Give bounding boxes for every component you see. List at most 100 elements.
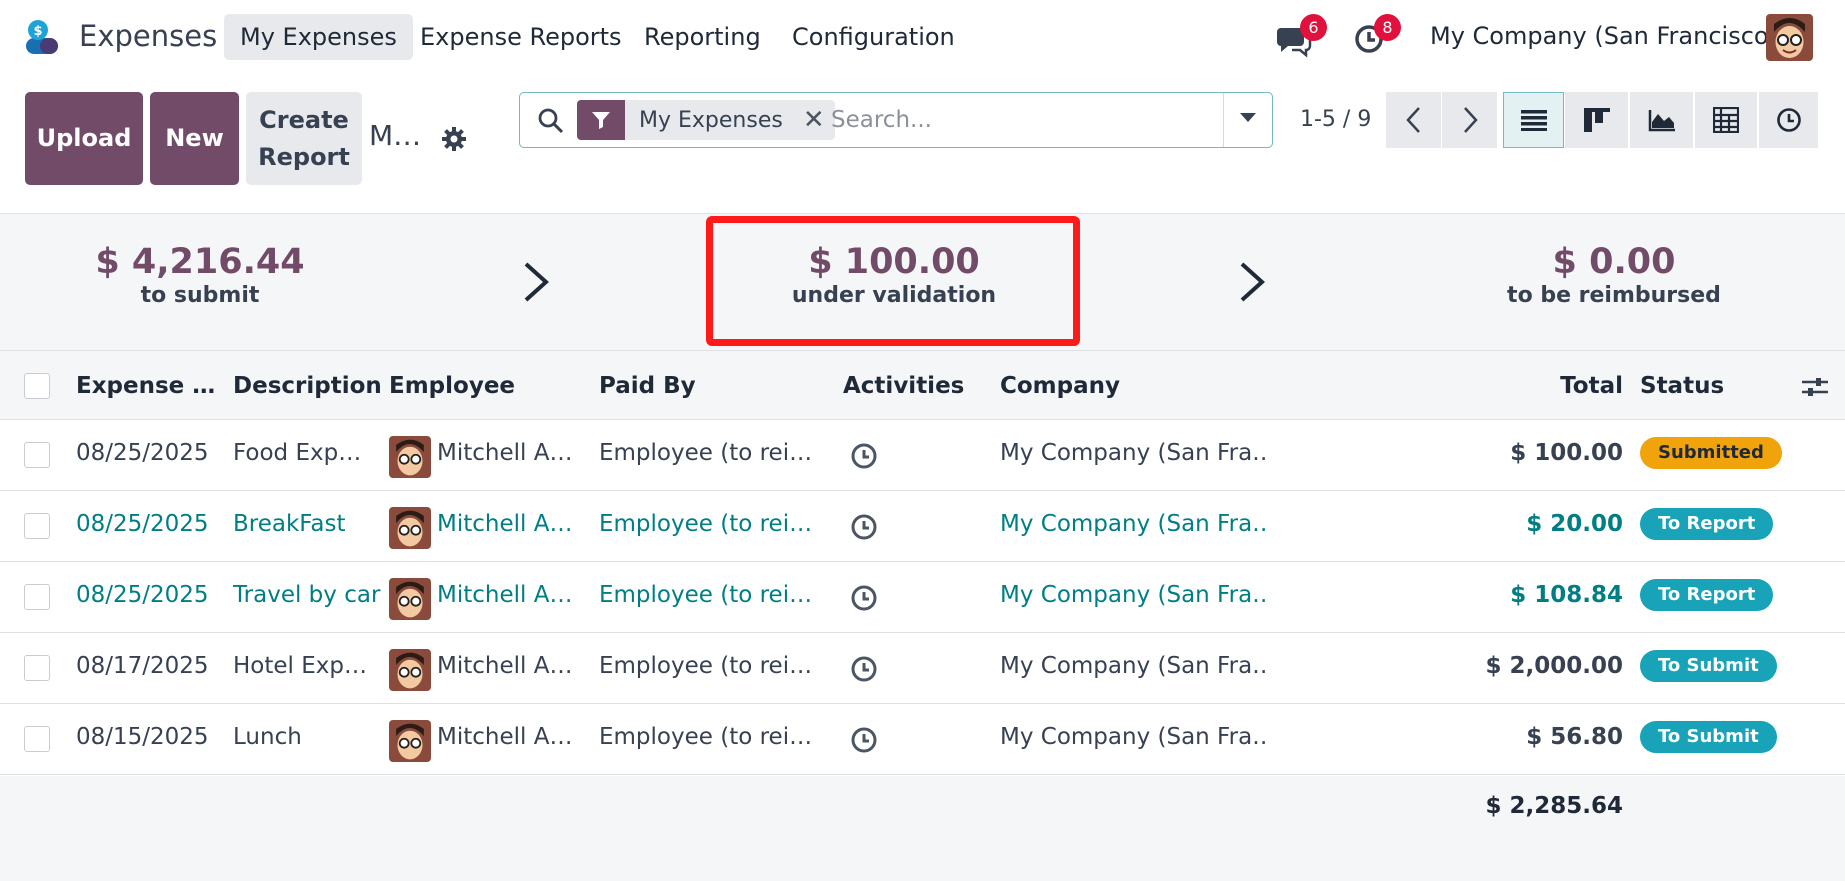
cell-paid-by: Employee (to rei…: [599, 440, 813, 466]
cell-company: My Company (San Fra…: [1000, 440, 1270, 466]
column-status[interactable]: Status: [1640, 373, 1724, 399]
menu-my-expenses[interactable]: My Expenses: [224, 14, 413, 60]
row-checkbox[interactable]: [24, 442, 50, 468]
facet-label: My Expenses: [639, 107, 783, 133]
cell-description: Lunch: [233, 724, 302, 750]
row-checkbox[interactable]: [24, 726, 50, 752]
new-button[interactable]: New: [150, 92, 239, 185]
cell-total: $ 100.00: [1510, 440, 1623, 466]
employee-avatar[interactable]: [389, 578, 431, 620]
breadcrumb: M…: [369, 119, 422, 152]
column-total[interactable]: Total: [1560, 373, 1623, 399]
cell-employee: Mitchell A…: [437, 582, 573, 608]
create-report-button[interactable]: Create Report: [246, 92, 362, 185]
row-checkbox[interactable]: [24, 655, 50, 681]
graph-view-icon: [1648, 110, 1675, 132]
user-avatar[interactable]: [1766, 14, 1813, 61]
list-view-icon: [1520, 110, 1547, 131]
cell-total: $ 108.84: [1510, 582, 1623, 608]
pivot-view-icon: [1713, 107, 1739, 133]
menu-configuration[interactable]: Configuration: [776, 14, 971, 60]
employee-avatar[interactable]: [389, 720, 431, 762]
list-view-button[interactable]: [1503, 92, 1564, 148]
employee-avatar[interactable]: [389, 507, 431, 549]
clock-icon[interactable]: [850, 726, 878, 754]
gear-icon[interactable]: [441, 126, 467, 152]
graph-view-button[interactable]: [1630, 92, 1693, 148]
table-row[interactable]: 08/25/2025 Travel by car Mitchell A… Emp…: [0, 562, 1845, 633]
cell-date: 08/25/2025: [76, 440, 209, 466]
stat-to-be-reimbursed[interactable]: $ 0.00 to be reimbursed: [1464, 242, 1764, 308]
table-row[interactable]: 08/17/2025 Hotel Exp… Mitchell A… Employ…: [0, 633, 1845, 704]
status-badge: Submitted: [1640, 437, 1782, 469]
highlight-annotation: [706, 216, 1080, 346]
stat-amount: $ 0.00: [1552, 242, 1676, 282]
cell-date: 08/17/2025: [76, 653, 209, 679]
column-company[interactable]: Company: [1000, 373, 1120, 399]
stat-label: to submit: [140, 283, 260, 308]
table-row[interactable]: 08/25/2025 Food Exp… Mitchell A… Employe…: [0, 420, 1845, 491]
activities-badge: 8: [1374, 14, 1401, 41]
cell-date: 08/25/2025: [76, 511, 209, 537]
column-activities[interactable]: Activities: [843, 373, 964, 399]
employee-avatar[interactable]: [389, 436, 431, 478]
column-employee[interactable]: Employee: [389, 373, 515, 399]
menu-reporting[interactable]: Reporting: [628, 14, 777, 60]
app-name[interactable]: Expenses: [79, 19, 217, 53]
status-badge: To Submit: [1640, 721, 1777, 753]
kanban-view-icon: [1583, 108, 1610, 132]
search-input[interactable]: [831, 101, 1231, 139]
status-badge: To Report: [1640, 508, 1774, 540]
table-row[interactable]: 08/25/2025 BreakFast Mitchell A… Employe…: [0, 491, 1845, 562]
row-checkbox[interactable]: [24, 513, 50, 539]
clock-icon[interactable]: [850, 442, 878, 470]
chevron-right-icon: [524, 262, 549, 302]
facet-close-icon[interactable]: ✕: [803, 107, 825, 133]
pager-value[interactable]: 1-5 / 9: [1300, 107, 1371, 132]
search-icon[interactable]: [537, 107, 565, 135]
search-options-toggle-icon[interactable]: [1240, 113, 1256, 122]
cell-date: 08/15/2025: [76, 724, 209, 750]
pager-previous-button[interactable]: [1386, 92, 1441, 148]
chevron-right-icon: [1240, 262, 1265, 302]
pager-next-button[interactable]: [1442, 92, 1497, 148]
clock-icon[interactable]: [850, 584, 878, 612]
employee-avatar[interactable]: [389, 649, 431, 691]
cell-paid-by: Employee (to rei…: [599, 582, 813, 608]
upload-button[interactable]: Upload: [25, 92, 143, 185]
table-footer: $ 2,285.64: [0, 776, 1845, 881]
table-row[interactable]: 08/15/2025 Lunch Mitchell A… Employee (t…: [0, 704, 1845, 775]
pivot-view-button[interactable]: [1695, 92, 1757, 148]
clock-icon[interactable]: [850, 513, 878, 541]
clock-icon[interactable]: [850, 655, 878, 683]
cell-description: BreakFast: [233, 511, 346, 537]
activity-view-button[interactable]: [1759, 92, 1818, 148]
cell-company: My Company (San Fra…: [1000, 653, 1270, 679]
svg-text:$: $: [33, 24, 42, 39]
kanban-view-button[interactable]: [1565, 92, 1628, 148]
status-badge: To Submit: [1640, 650, 1777, 682]
activity-view-icon: [1776, 108, 1801, 132]
cell-total: $ 20.00: [1526, 511, 1623, 537]
search-divider: [1223, 93, 1224, 147]
menu-expense-reports[interactable]: Expense Reports: [404, 14, 638, 60]
column-paid-by[interactable]: Paid By: [599, 373, 696, 399]
search-facet[interactable]: My Expenses ✕: [577, 100, 835, 140]
chevron-right-icon: [1463, 107, 1478, 133]
company-switcher[interactable]: My Company (San Francisco): [1430, 22, 1778, 50]
top-navbar: $ Expenses My Expenses Expense Reports R…: [0, 0, 1845, 76]
messages-badge: 6: [1300, 14, 1327, 41]
select-all-checkbox[interactable]: [24, 373, 50, 399]
expense-summary-ribbon: $ 4,216.44 to submit $ 100.00 under vali…: [0, 213, 1845, 350]
optional-columns-icon[interactable]: [1802, 376, 1828, 398]
cell-employee: Mitchell A…: [437, 724, 573, 750]
column-description[interactable]: Description: [233, 373, 382, 399]
cell-paid-by: Employee (to rei…: [599, 724, 813, 750]
cell-company: My Company (San Fra…: [1000, 724, 1270, 750]
stat-amount: $ 4,216.44: [95, 242, 305, 282]
row-checkbox[interactable]: [24, 584, 50, 610]
expenses-app-icon[interactable]: $: [22, 18, 62, 58]
stat-to-submit[interactable]: $ 4,216.44 to submit: [50, 242, 350, 308]
cell-employee: Mitchell A…: [437, 511, 573, 537]
column-expense-date[interactable]: Expense …: [76, 373, 215, 399]
